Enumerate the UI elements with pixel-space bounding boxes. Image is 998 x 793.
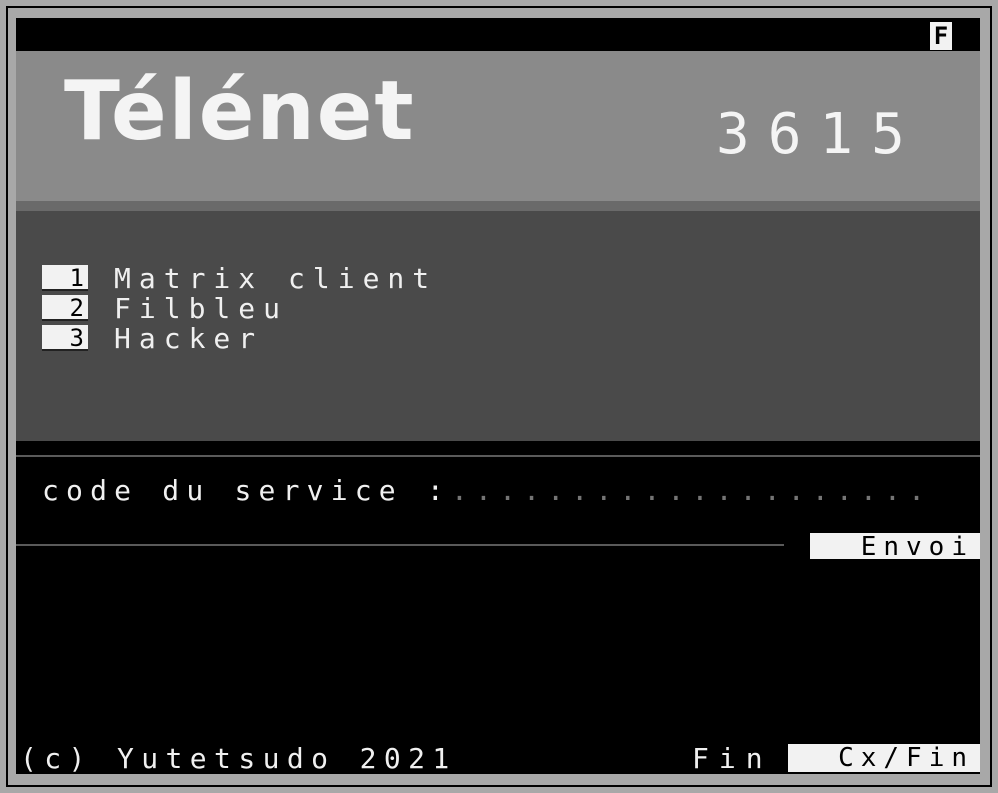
service-menu: 1 Matrix client 2 Filbleu 3 Hacker (42, 261, 438, 355)
input-top-divider (16, 455, 980, 457)
input-bottom-divider (16, 544, 784, 546)
header-banner: Télénet 3615 (16, 51, 980, 201)
service-number: 3615 (716, 102, 923, 167)
minitel-screen: F Télénet 3615 1 Matrix client 2 Filbleu… (16, 18, 980, 774)
menu-item-label: Hacker (114, 321, 264, 355)
menu-item-filbleu[interactable]: 2 Filbleu (42, 291, 437, 325)
panel-bottom-band (16, 441, 980, 455)
disconnect-button[interactable]: Cx/Fin (788, 744, 980, 772)
service-code-row: code du service : (42, 474, 971, 507)
service-code-label: code du service : (42, 474, 451, 507)
menu-key: 3 (42, 325, 88, 351)
fin-key-label[interactable]: Fin (692, 742, 773, 774)
brand-title: Télénet (64, 64, 416, 159)
menu-item-label: Matrix client (114, 261, 438, 295)
monitor-bezel: F Télénet 3615 1 Matrix client 2 Filbleu… (0, 0, 998, 793)
menu-item-hacker[interactable]: 3 Hacker (42, 321, 437, 355)
send-button[interactable]: Envoi (810, 533, 980, 560)
menu-key: 2 (42, 295, 88, 321)
banner-divider (16, 201, 980, 211)
menu-panel: 1 Matrix client 2 Filbleu 3 Hacker (16, 211, 980, 441)
service-code-input[interactable] (450, 474, 971, 507)
menu-item-matrix-client[interactable]: 1 Matrix client (42, 261, 438, 295)
connection-status-indicator: F (930, 22, 952, 50)
menu-key: 1 (42, 265, 88, 291)
copyright-text: (c) Yutetsudo 2021 (20, 742, 457, 774)
menu-item-label: Filbleu (114, 291, 289, 325)
